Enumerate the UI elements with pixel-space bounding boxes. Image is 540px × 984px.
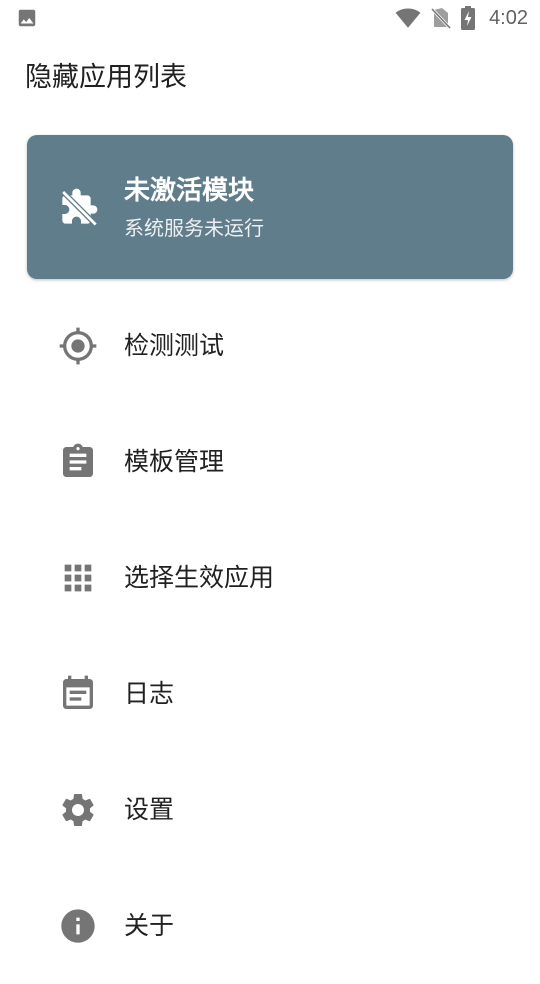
menu-item-label: 检测测试 [124,331,225,360]
gear-icon [58,790,98,830]
no-sim-icon [431,6,452,30]
status-bar: 4:02 [0,0,540,36]
menu-item-label: 模板管理 [124,447,225,476]
battery-charging-icon [461,6,476,30]
wifi-icon [395,7,421,29]
menu-item-logs[interactable]: 日志 [0,636,540,752]
page-title: 隐藏应用列表 [25,62,187,93]
apps-grid-icon [58,558,98,598]
menu-item-label: 设置 [124,795,175,824]
clipboard-icon [58,442,98,482]
extension-off-icon [59,187,99,227]
module-status-title: 未激活模块 [124,176,255,206]
menu-item-select-apps[interactable]: 选择生效应用 [0,520,540,636]
info-icon [58,906,98,946]
menu-item-about[interactable]: 关于 [0,868,540,984]
menu-item-label: 关于 [124,911,175,940]
menu-item-label: 选择生效应用 [124,563,275,592]
module-status-subtitle: 系统服务未运行 [124,216,264,240]
menu-item-label: 日志 [124,679,175,708]
module-status-card[interactable]: 未激活模块 系统服务未运行 [27,135,513,279]
calendar-log-icon [58,674,98,714]
image-notification-icon [16,7,38,29]
clock-time: 4:02 [489,6,528,29]
menu-item-detection-test[interactable]: 检测测试 [0,288,540,404]
menu-item-settings[interactable]: 设置 [0,752,540,868]
gps-target-icon [58,326,98,366]
menu-item-template-management[interactable]: 模板管理 [0,404,540,520]
